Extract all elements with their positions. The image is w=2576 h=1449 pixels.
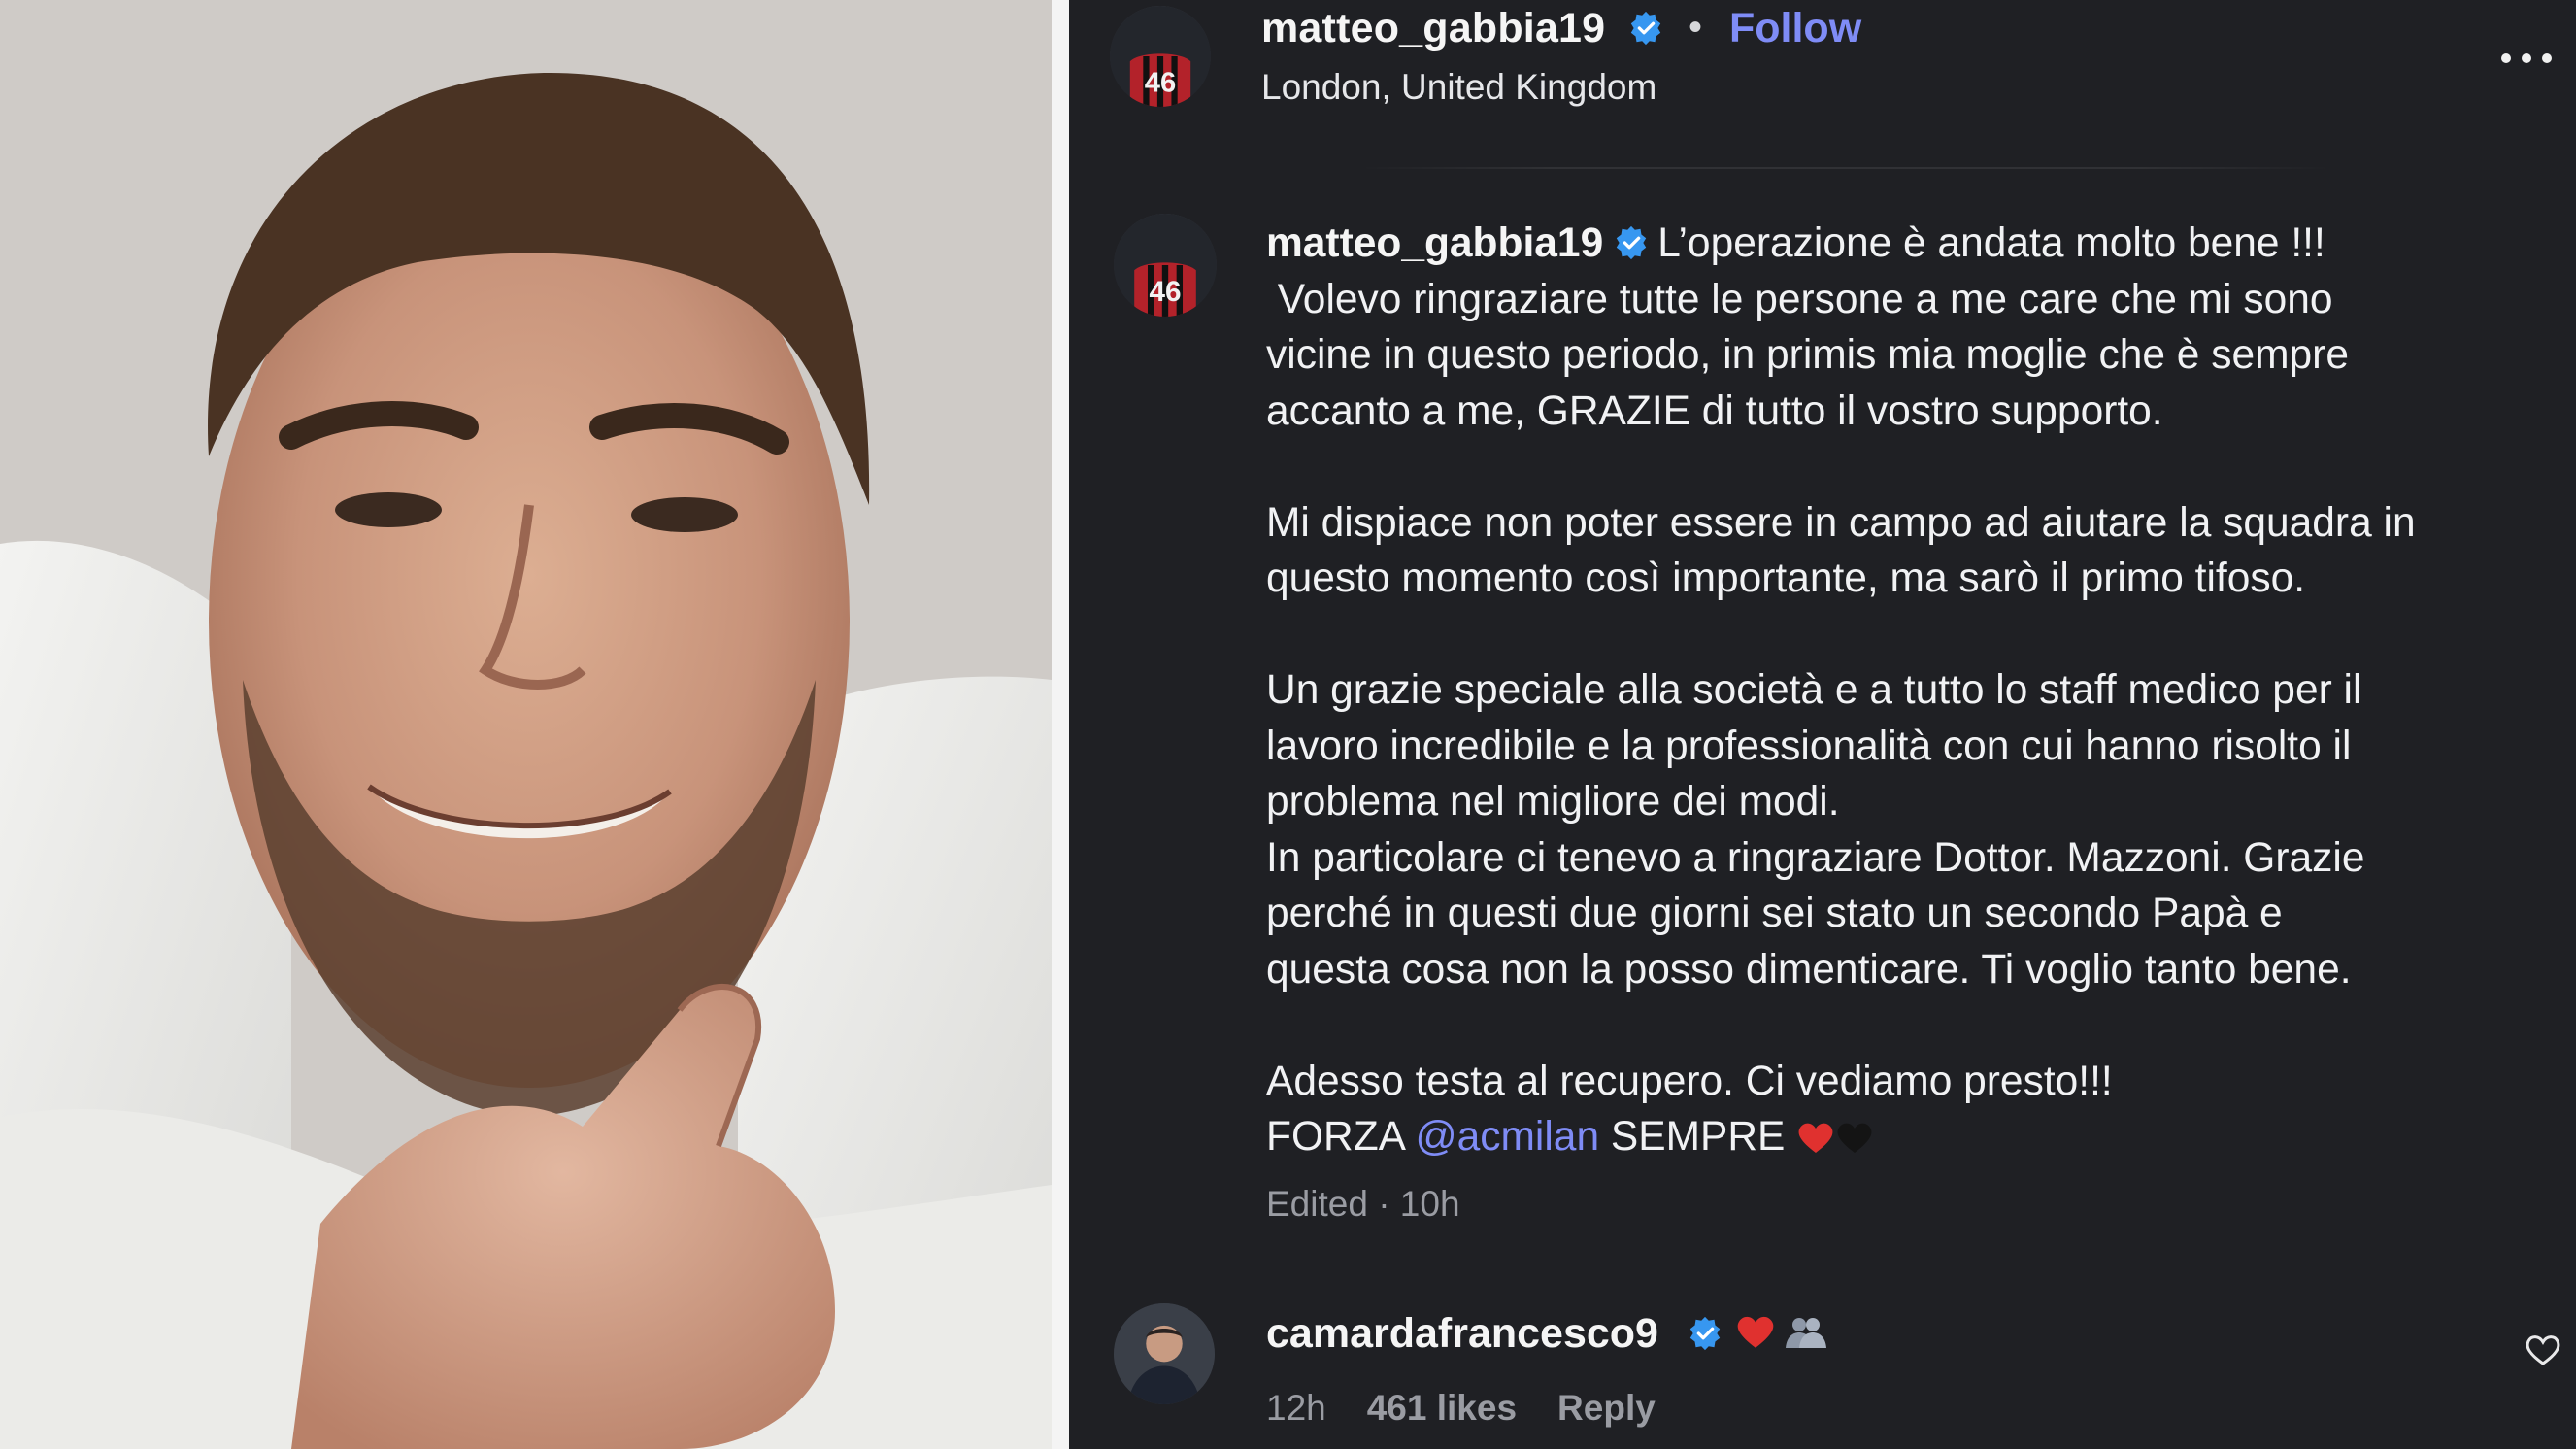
heart-outline-icon[interactable] bbox=[2524, 1332, 2562, 1367]
caption-line: matteo_gabbia19 L’operazione è andata mol… bbox=[1266, 216, 2528, 272]
caption-line: vicine in questo periodo, in primis mia … bbox=[1266, 332, 2349, 378]
caption-line: Adesso testa al recupero. Ci vediamo pre… bbox=[1266, 1058, 2113, 1104]
header-avatar[interactable]: 46 bbox=[1110, 6, 1211, 107]
caption-line: Volevo ringraziare tutte le persone a me… bbox=[1266, 276, 2333, 322]
caption-blank-line bbox=[1266, 439, 2528, 495]
people-silhouette-icon bbox=[1786, 1318, 1826, 1348]
header-separator: • bbox=[1689, 6, 1703, 49]
comment-time: 12h bbox=[1266, 1388, 1326, 1428]
avatar-person-icon bbox=[1114, 1303, 1215, 1404]
caption-line: Mi dispiace non poter essere in campo ad… bbox=[1266, 499, 2416, 546]
reply-button[interactable]: Reply bbox=[1557, 1388, 1656, 1428]
mention-link[interactable]: @acmilan bbox=[1415, 1114, 1599, 1160]
comment-username[interactable]: camardafrancesco9 bbox=[1266, 1305, 1658, 1362]
comment-avatar[interactable] bbox=[1114, 1303, 1215, 1404]
caption-blank-line bbox=[1266, 997, 2528, 1054]
instagram-post-panel: 46 matteo_gabbia19 • Follow London, Unit… bbox=[1069, 0, 2576, 1449]
caption-line: Un grazie speciale alla società e a tutt… bbox=[1266, 667, 2362, 713]
caption-line: problema nel migliore dei modi. bbox=[1266, 779, 1840, 825]
avatar-jersey-icon: 46 bbox=[1114, 214, 1217, 317]
caption-avatar[interactable]: 46 bbox=[1114, 214, 1217, 317]
caption-blank-line bbox=[1266, 607, 2528, 663]
caption-text: SEMPRE bbox=[1599, 1114, 1797, 1160]
avatar-jersey-icon: 46 bbox=[1110, 6, 1211, 107]
caption-line: questa cosa non la posso dimenticare. Ti… bbox=[1266, 946, 2352, 993]
post-photo bbox=[0, 0, 1052, 1449]
verified-badge-icon bbox=[1617, 225, 1647, 260]
caption-line: lavoro incredibile e la professionalità … bbox=[1266, 723, 2352, 769]
post-caption: matteo_gabbia19 L’operazione è andata mol… bbox=[1266, 216, 2528, 1165]
verified-badge-icon bbox=[1630, 11, 1661, 46]
caption-text: L’operazione è andata molto bene !!! bbox=[1657, 220, 2325, 266]
header-divider bbox=[1360, 167, 2331, 169]
comment-meta: 12h 461 likes Reply bbox=[1266, 1385, 1696, 1432]
black-heart-icon bbox=[1837, 1123, 1872, 1153]
post-meta: Edited · 10h bbox=[1266, 1184, 1460, 1224]
caption-line: questo momento così importante, ma sarò … bbox=[1266, 556, 2306, 601]
caption-text: FORZA bbox=[1266, 1114, 1416, 1160]
red-heart-icon bbox=[1798, 1123, 1833, 1153]
red-heart-icon bbox=[1737, 1316, 1774, 1348]
follow-button[interactable]: Follow bbox=[1729, 0, 1861, 56]
post-location[interactable]: London, United Kingdom bbox=[1261, 64, 1656, 111]
more-horizontal-icon[interactable] bbox=[2496, 39, 2557, 78]
caption-line: accanto a me, GRAZIE di tutto il vostro … bbox=[1266, 388, 2163, 434]
comment-likes[interactable]: 461 likes bbox=[1367, 1388, 1517, 1428]
svg-text:46: 46 bbox=[1150, 276, 1182, 308]
panel-divider bbox=[1052, 0, 1069, 1449]
caption-line: In particolare ci tenevo a ringraziare D… bbox=[1266, 834, 2365, 881]
caption-last-line: FORZA @acmilan SEMPRE bbox=[1266, 1109, 2528, 1165]
header-username[interactable]: matteo_gabbia19 bbox=[1261, 0, 1605, 56]
caption-line: perché in questi due giorni sei stato un… bbox=[1266, 891, 2283, 936]
verified-badge-icon bbox=[1689, 1316, 1721, 1351]
svg-text:46: 46 bbox=[1145, 67, 1176, 98]
selfie-illustration bbox=[0, 0, 1052, 1449]
caption-username[interactable]: matteo_gabbia19 bbox=[1266, 220, 1603, 266]
